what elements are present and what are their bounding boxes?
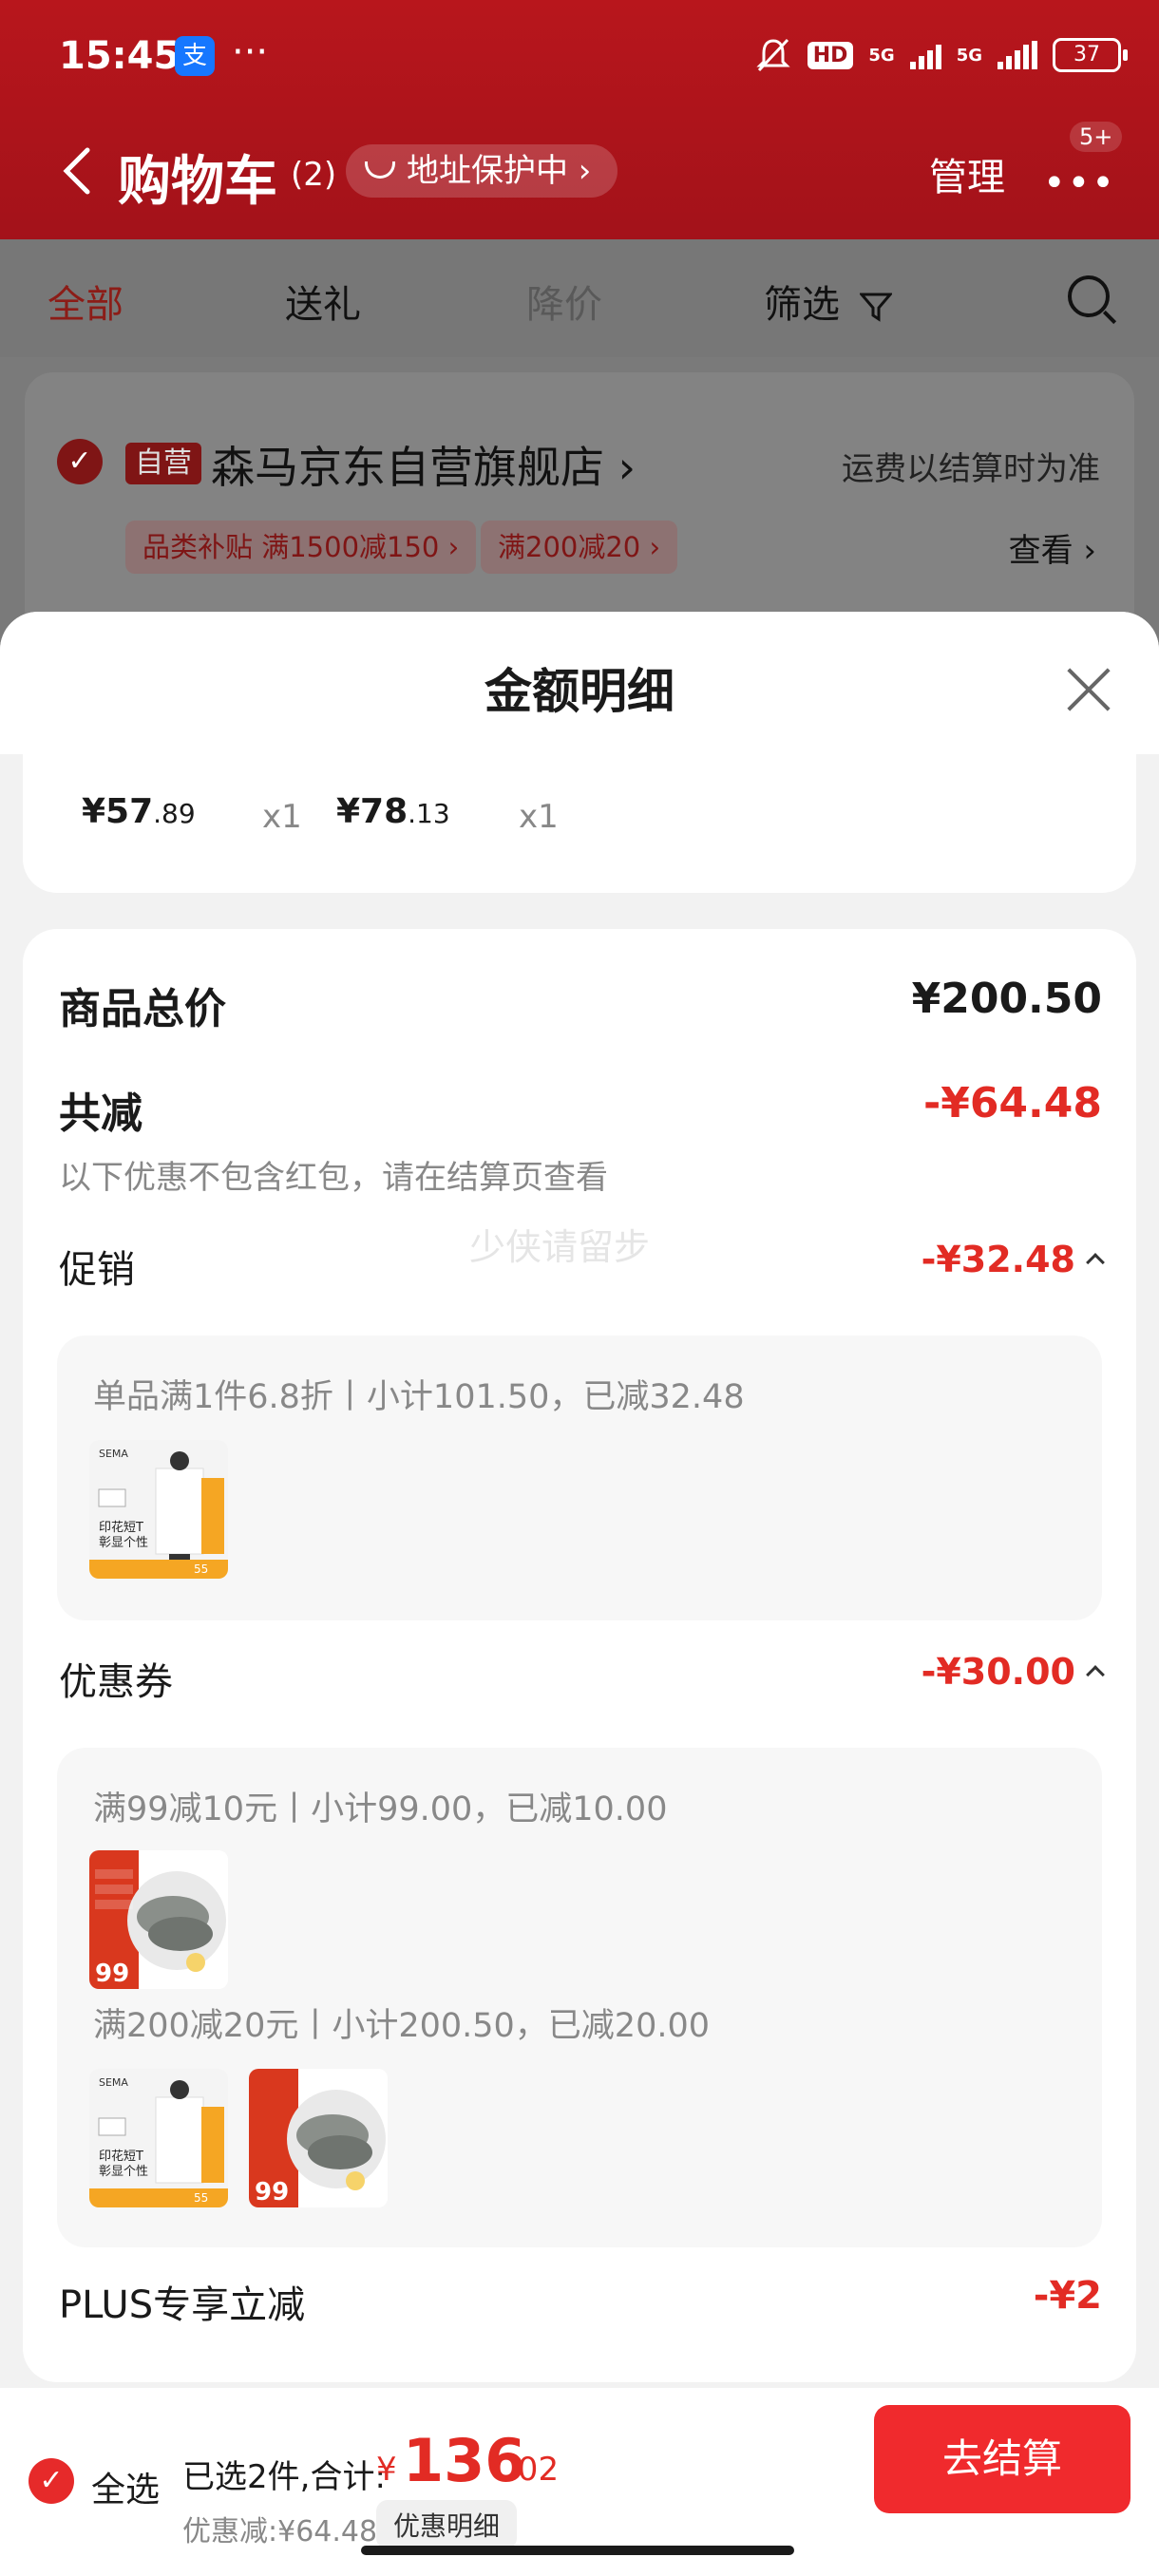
status-time: 15:45 <box>59 34 180 78</box>
signal-icon <box>998 41 1037 69</box>
discount-detail-button[interactable]: 优惠明细 <box>376 2500 518 2549</box>
close-icon[interactable] <box>1064 665 1113 714</box>
coupon-section-toggle[interactable]: -¥30.00 <box>921 1651 1105 1693</box>
signal-icon <box>909 41 941 69</box>
cart-count: (2) <box>291 156 337 194</box>
coupon-rule-2: 满200减20元丨小计200.50，已减20.00 <box>93 2007 711 2045</box>
item-price: ¥78.13 <box>336 792 450 831</box>
svg-text:99: 99 <box>255 2178 289 2207</box>
svg-text:SEMA: SEMA <box>99 1448 128 1460</box>
promo-section-value: -¥32.48 <box>921 1239 1075 1280</box>
tab-all[interactable]: 全部 <box>48 274 124 329</box>
tshirt-product-image: SEMA 印花短T 彰显个性 55 <box>89 1440 228 1579</box>
store-card: ✓ 自营 森马京东自营旗舰店 › 运费以结算时为准 品类补贴 满1500减150… <box>25 372 1134 638</box>
filter-icon <box>858 293 893 322</box>
item-qty: x1 <box>262 798 302 836</box>
back-arrow-icon[interactable] <box>59 142 97 199</box>
select-all-label[interactable]: 全选 <box>91 2462 160 2511</box>
page-title: 购物车 <box>118 151 277 213</box>
goods-total-label: 商品总价 <box>59 985 226 1033</box>
net-label-1: 5G <box>868 45 895 66</box>
svg-text:印花短T: 印花短T <box>99 2149 143 2164</box>
home-indicator[interactable] <box>361 2546 794 2555</box>
selected-info: 已选2件,合计: <box>182 2458 386 2496</box>
total-discount-value: -¥64.48 <box>922 1079 1102 1127</box>
amount-detail-card: 商品总价 ¥200.50 共减 -¥64.48 以下优惠不包含红包，请在结算页查… <box>23 929 1136 2382</box>
chevron-up-icon <box>1086 1252 1105 1272</box>
svg-text:99: 99 <box>95 1960 129 1988</box>
select-all-checkbox[interactable]: ✓ <box>28 2458 74 2504</box>
chevron-up-icon <box>1086 1664 1105 1684</box>
item-qty: x1 <box>519 798 559 836</box>
net-label-2: 5G <box>956 45 982 66</box>
self-operated-tag: 自营 <box>125 443 201 484</box>
sheet-header: 金额明细 <box>0 612 1159 754</box>
shield-icon <box>365 161 395 179</box>
coupon-detail-box: 满99减10元丨小计99.00，已减10.00 99 满200减20元丨小计20… <box>57 1748 1102 2247</box>
battery-icon: 37 <box>1053 38 1128 72</box>
promo-rule: 单品满1件6.8折丨小计101.50，已减32.48 <box>93 1378 745 1416</box>
status-dots: ··· <box>232 30 269 74</box>
coupon-section-label: 优惠券 <box>59 1660 173 1704</box>
plus-discount-value: -¥2 <box>1033 2274 1102 2318</box>
amount-detail-sheet: 金额明细 ¥57.89 x1 ¥78.13 x1 商品总价 ¥200.50 共减… <box>0 612 1159 2388</box>
product-thumbnail-shrimp[interactable]: 99 <box>89 1850 228 1989</box>
watermark: 少侠请留步 <box>469 1226 651 1268</box>
svg-text:彰显个性: 彰显个性 <box>99 1535 148 1550</box>
svg-text:SEMA: SEMA <box>99 2076 128 2089</box>
tab-filter-label: 筛选 <box>764 283 840 327</box>
sheet-title: 金额明细 <box>484 664 674 719</box>
tshirt-product-image: SEMA 印花短T 彰显个性 55 <box>89 2069 228 2207</box>
store-name[interactable]: 森马京东自营旗舰店 › <box>211 433 636 496</box>
item-price-row: ¥57.89 x1 ¥78.13 x1 <box>23 754 1136 893</box>
hd-icon: HD <box>807 41 854 69</box>
tab-filter[interactable]: 筛选 <box>764 274 893 329</box>
promo-tag-200[interactable]: 满200减20 › <box>481 521 678 574</box>
promo-tag-category[interactable]: 品类补贴 满1500减150 › <box>125 521 477 574</box>
goods-total-value: ¥200.50 <box>911 975 1102 1023</box>
svg-text:55: 55 <box>194 1563 208 1576</box>
total-discount-label: 共减 <box>59 1089 142 1138</box>
total-amount-dec: .02 <box>507 2451 560 2489</box>
svg-text:印花短T: 印花短T <box>99 1520 143 1535</box>
status-icons: HD 5G 5G 37 <box>754 36 1128 74</box>
manage-button[interactable]: 管理 <box>929 146 1005 201</box>
address-protection-button[interactable]: 地址保护中 › <box>346 144 618 198</box>
plus-discount-label: PLUS专享立减 <box>59 2283 306 2327</box>
product-thumbnail-tshirt[interactable]: SEMA 印花短T 彰显个性 55 <box>89 2069 228 2207</box>
item-price: ¥57.89 <box>82 792 196 831</box>
checkout-button[interactable]: 去结算 <box>874 2405 1130 2513</box>
tab-gift[interactable]: 送礼 <box>285 274 361 329</box>
svg-text:彰显个性: 彰显个性 <box>99 2164 148 2179</box>
view-link[interactable]: 查看 › <box>1009 524 1096 571</box>
discount-note: 以下优惠不包含红包，请在结算页查看 <box>59 1159 608 1197</box>
promo-section-toggle[interactable]: -¥32.48 <box>921 1239 1105 1280</box>
bell-muted-icon <box>756 38 790 72</box>
address-protection-label: 地址保护中 › <box>407 152 592 190</box>
shipping-note: 运费以结算时为准 <box>842 450 1100 488</box>
header-bar: 15:45 支 ··· HD 5G 5G 37 购物车 (2) 地址保护中 › … <box>0 0 1159 239</box>
store-checkbox[interactable]: ✓ <box>57 439 103 484</box>
promo-section-label: 促销 <box>59 1248 135 1292</box>
product-thumbnail-shrimp[interactable]: 99 <box>249 2069 388 2207</box>
promo-detail-box: 单品满1件6.8折丨小计101.50，已减32.48 SEMA 印花短T 彰显个… <box>57 1335 1102 1620</box>
shrimp-product-image: 99 <box>89 1850 228 1989</box>
discount-summary: 优惠减:¥64.48 <box>182 2515 378 2548</box>
nav-bar: 购物车 (2) 地址保护中 › 管理 ••• 5+ <box>0 122 1159 218</box>
shrimp-product-image: 99 <box>249 2069 388 2207</box>
coupon-rule-1: 满99减10元丨小计99.00，已减10.00 <box>93 1790 668 1828</box>
alipay-icon: 支 <box>175 36 215 76</box>
svg-text:55: 55 <box>194 2191 208 2205</box>
status-bar: 15:45 支 ··· HD 5G 5G 37 <box>0 0 1159 114</box>
product-thumbnail-tshirt[interactable]: SEMA 印花短T 彰显个性 55 <box>89 1440 228 1579</box>
search-icon[interactable] <box>1068 275 1110 317</box>
tab-price-drop[interactable]: 降价 <box>526 274 602 329</box>
total-currency: ¥ <box>376 2451 397 2489</box>
coupon-section-value: -¥30.00 <box>921 1651 1075 1693</box>
more-icon[interactable]: ••• <box>1043 161 1116 205</box>
message-badge: 5+ <box>1070 122 1123 152</box>
